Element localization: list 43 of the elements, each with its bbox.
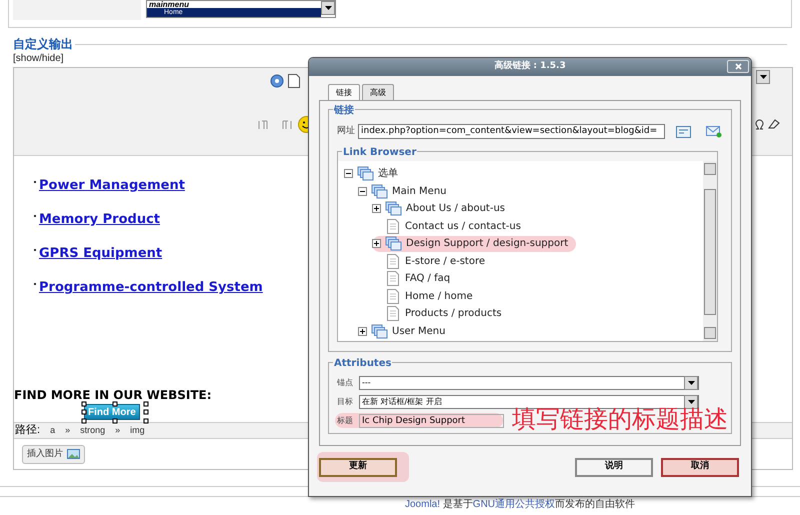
url-label: 网址 <box>337 124 355 138</box>
tree-item[interactable]: Design Support / design-support <box>372 236 576 252</box>
tree-item[interactable]: User Menu <box>358 323 454 340</box>
annotation-text: 填写链接的标题描述 <box>512 408 728 430</box>
product-link[interactable]: Power Management <box>39 178 185 194</box>
path-element[interactable]: img <box>130 424 145 438</box>
path-element[interactable]: a <box>50 424 56 438</box>
path-element[interactable]: strong <box>80 424 106 438</box>
product-link[interactable]: Memory Product <box>39 212 160 228</box>
tree-item[interactable]: Contact us / contact-us <box>372 218 529 234</box>
dialog-button[interactable]: 取消 <box>661 458 739 476</box>
tree-item[interactable]: Main Menu <box>358 183 455 200</box>
tree-item[interactable]: About Us / about-us <box>372 200 514 217</box>
group-legend: 链接 <box>333 103 355 118</box>
attribute-label: 锚点 <box>337 376 354 388</box>
attribute-label: 目标 <box>337 396 354 408</box>
insert-image-button[interactable]: 插入图片 <box>22 444 85 464</box>
section-title: 自定义输出 <box>13 37 73 51</box>
attribute-select[interactable]: --- <box>359 376 699 390</box>
dialog-button[interactable]: 更新 <box>319 458 397 476</box>
dialog-tab[interactable]: 链接 <box>328 84 360 101</box>
path-separator: » <box>115 424 120 437</box>
dialog-title: 高级链接 : 1.5.3 <box>494 60 566 74</box>
tree-item[interactable]: Home / home <box>372 288 481 304</box>
title-field[interactable]: Ic Chip Design Support <box>359 414 504 428</box>
footer-link[interactable]: GNU通用公共授权 <box>472 499 556 510</box>
dialog-button[interactable]: 说明 <box>575 458 653 476</box>
tree-item[interactable]: E-store / e-store <box>372 253 493 270</box>
product-link[interactable]: Programme-controlled System <box>39 280 263 296</box>
website-heading: FIND MORE IN OUR WEBSITE: <box>14 388 212 402</box>
attribute-label: 标题 <box>337 414 354 426</box>
attribute-select[interactable]: 在新 对话框/框架 开启 <box>359 394 699 408</box>
footer-link[interactable]: Joomla! <box>405 499 440 510</box>
list-header: mainmenu <box>148 1 190 8</box>
footer-text: Joomla! 是基于GNU通用公共授权而发布的自由软件 <box>405 499 636 511</box>
dialog-tab[interactable]: 高级 <box>362 84 394 100</box>
product-link[interactable]: GPRS Equipment <box>39 246 162 262</box>
path-label: 路径: <box>15 423 40 438</box>
path-separator: » <box>65 424 70 437</box>
url-field[interactable]: index.php?option=com_content&view=section&layout=blog&id= <box>358 124 665 139</box>
tree-item[interactable]: Products / products <box>372 306 510 322</box>
tree-item[interactable]: 选单 <box>344 166 406 182</box>
tree-item[interactable]: FAQ / faq <box>372 270 458 287</box>
